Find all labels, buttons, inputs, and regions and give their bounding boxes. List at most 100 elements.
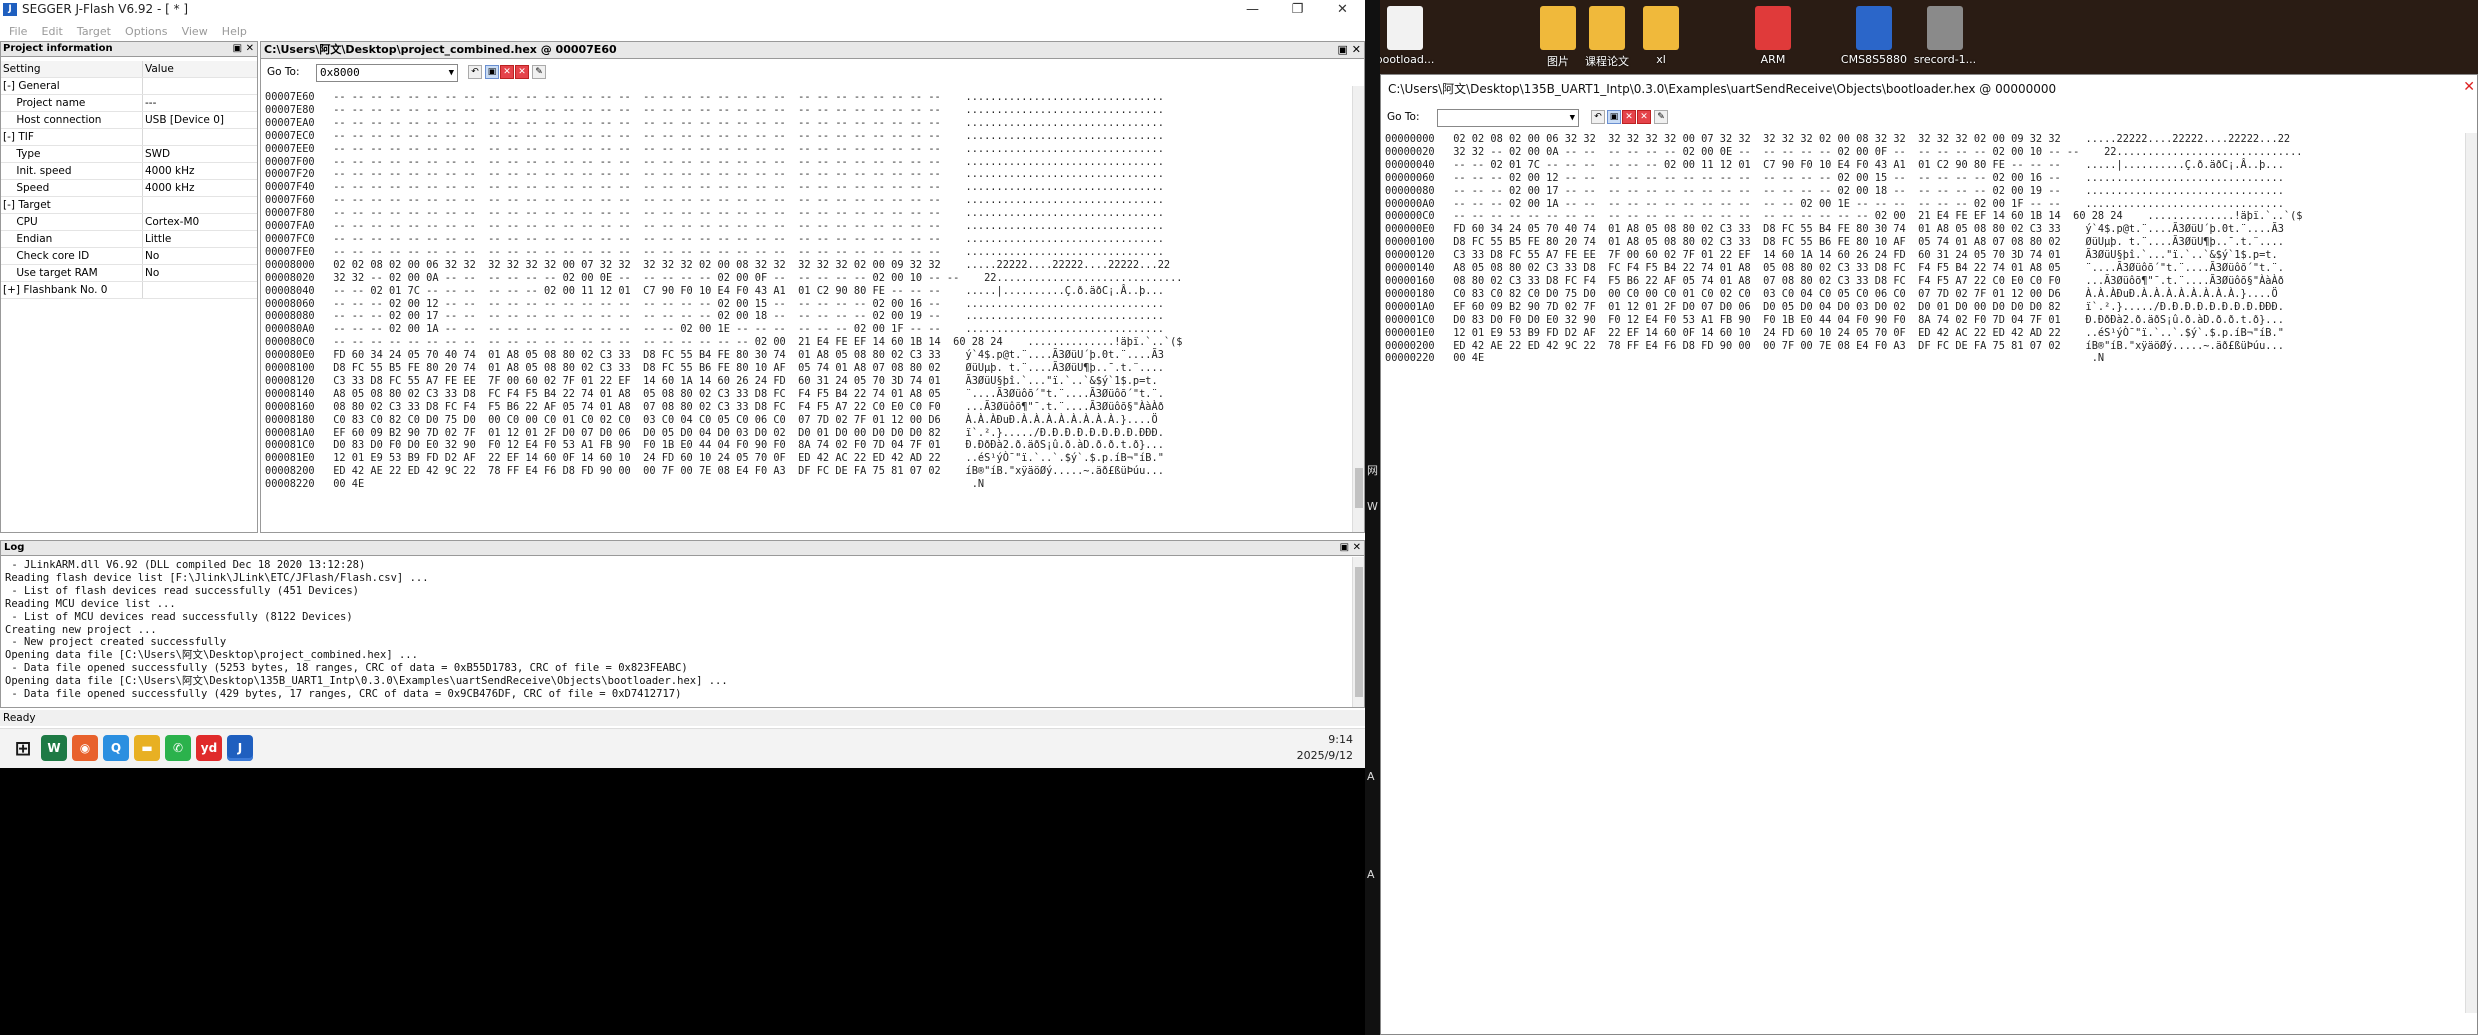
hex-line[interactable]: 000081E0 12 01 E9 53 B9 FD D2 AF 22 EF 1… [265, 452, 1183, 465]
menu-help[interactable]: Help [213, 22, 247, 38]
hex-line[interactable]: 00000100 D8 FC 55 B5 FE 80 20 74 01 A8 0… [1385, 236, 2303, 249]
hex-line[interactable]: 00007FE0 -- -- -- -- -- -- -- -- -- -- -… [265, 246, 1183, 259]
hex-line[interactable]: 000001A0 EF 60 09 B2 90 7D 02 7F 01 12 0… [1385, 301, 2303, 314]
hex-line[interactable]: 00008140 A8 05 08 80 02 C3 33 D8 FC F4 F… [265, 388, 1183, 401]
goto-address-input[interactable]: ▼ [1437, 109, 1579, 127]
hex-line[interactable]: 00007FC0 -- -- -- -- -- -- -- -- -- -- -… [265, 233, 1183, 246]
mode-toggle-icon[interactable]: ▣ [1607, 110, 1621, 124]
settings-row[interactable]: Project name --- [1, 95, 257, 112]
hex-line[interactable]: 00000180 C0 83 C0 82 C0 D0 75 D0 00 C0 0… [1385, 288, 2303, 301]
hex-line[interactable]: 00007FA0 -- -- -- -- -- -- -- -- -- -- -… [265, 220, 1183, 233]
settings-row[interactable]: Host connection USB [Device 0] [1, 112, 257, 129]
hex-line[interactable]: 00008180 C0 83 C0 82 C0 D0 75 D0 00 C0 0… [265, 414, 1183, 427]
excel-like-icon[interactable]: W [41, 735, 67, 761]
settings-row[interactable]: Type SWD [1, 146, 257, 163]
hex-scrollbar[interactable] [2465, 133, 2477, 1013]
clear-icon[interactable]: ✕ [1637, 110, 1651, 124]
delete-icon[interactable]: ✕ [500, 65, 514, 79]
settings-row[interactable]: Use target RAM No [1, 265, 257, 282]
hex-line[interactable]: 00000020 32 32 -- 02 00 0A -- -- -- -- -… [1385, 146, 2303, 159]
hex-line[interactable]: 00007F60 -- -- -- -- -- -- -- -- -- -- -… [265, 194, 1183, 207]
settings-row[interactable]: [+] Flashbank No. 0 [1, 282, 257, 299]
panel-restore-icon[interactable]: ▣ [1340, 542, 1349, 553]
undo-icon[interactable]: ↶ [468, 65, 482, 79]
hex-dump[interactable]: 00007E60 -- -- -- -- -- -- -- -- -- -- -… [265, 91, 1183, 491]
close-button[interactable]: ✕ [1320, 0, 1365, 19]
hex-line[interactable]: 000080C0 -- -- -- -- -- -- -- -- -- -- -… [265, 336, 1183, 349]
hex-line[interactable]: 000000A0 -- -- -- 02 00 1A -- -- -- -- -… [1385, 198, 2303, 211]
hex-dump[interactable]: 00000000 02 02 08 02 00 06 32 32 32 32 3… [1385, 133, 2303, 365]
hex-line[interactable]: 00007F40 -- -- -- -- -- -- -- -- -- -- -… [265, 181, 1183, 194]
hex-line[interactable]: 00000140 A8 05 08 80 02 C3 33 D8 FC F4 F… [1385, 262, 2303, 275]
log-scrollbar[interactable] [1352, 557, 1364, 707]
hex-line[interactable]: 00008100 D8 FC 55 B5 FE 80 20 74 01 A8 0… [265, 362, 1183, 375]
hex-line[interactable]: 00007EC0 -- -- -- -- -- -- -- -- -- -- -… [265, 130, 1183, 143]
hex-line[interactable]: 00007EA0 -- -- -- -- -- -- -- -- -- -- -… [265, 117, 1183, 130]
hex-line[interactable]: 00007F00 -- -- -- -- -- -- -- -- -- -- -… [265, 156, 1183, 169]
delete-icon[interactable]: ✕ [1622, 110, 1636, 124]
hex-line[interactable]: 000001C0 D0 83 D0 F0 D0 E0 32 90 F0 12 E… [1385, 314, 2303, 327]
menu-view[interactable]: View [173, 22, 208, 38]
hex-line[interactable]: 000081C0 D0 83 D0 F0 D0 E0 32 90 F0 12 E… [265, 439, 1183, 452]
hex-line[interactable]: 00007F80 -- -- -- -- -- -- -- -- -- -- -… [265, 207, 1183, 220]
settings-row[interactable]: [-] General [1, 78, 257, 95]
windows-start-icon[interactable]: ⊞ [10, 735, 36, 761]
hex-line[interactable]: 00007E60 -- -- -- -- -- -- -- -- -- -- -… [265, 91, 1183, 104]
desktop-icon[interactable]: ARM [1733, 6, 1813, 66]
clear-icon[interactable]: ✕ [515, 65, 529, 79]
hex-line[interactable]: 00000160 08 80 02 C3 33 D8 FC F4 F5 B6 2… [1385, 275, 2303, 288]
menu-options[interactable]: Options [116, 22, 167, 38]
wechat-icon[interactable]: ✆ [165, 735, 191, 761]
hex-line[interactable]: 00000120 C3 33 D8 FC 55 A7 FE EE 7F 00 6… [1385, 249, 2303, 262]
maximize-button[interactable]: ❐ [1275, 0, 1320, 19]
panel-close-icon[interactable]: ✕ [1352, 43, 1361, 56]
goto-address-input[interactable]: 0x8000 ▼ [316, 64, 458, 82]
hex-line[interactable]: 00000080 -- -- -- 02 00 17 -- -- -- -- -… [1385, 185, 2303, 198]
settings-row[interactable]: Init. speed 4000 kHz [1, 163, 257, 180]
scroll-thumb[interactable] [1355, 567, 1363, 697]
hex-line[interactable]: 000080A0 -- -- -- 02 00 1A -- -- -- -- -… [265, 323, 1183, 336]
hex-line[interactable]: 00008020 32 32 -- 02 00 0A -- -- -- -- -… [265, 272, 1183, 285]
hex-line[interactable]: 00000060 -- -- -- 02 00 12 -- -- -- -- -… [1385, 172, 2303, 185]
hex-line[interactable]: 00008120 C3 33 D8 FC 55 A7 FE EE 7F 00 6… [265, 375, 1183, 388]
youdao-icon[interactable]: yd [196, 735, 222, 761]
settings-row[interactable]: [-] Target [1, 197, 257, 214]
scroll-thumb[interactable] [1355, 468, 1363, 508]
menu-file[interactable]: File [0, 22, 27, 38]
panel-restore-icon[interactable]: ▣ [233, 43, 242, 54]
hex-line[interactable]: 000000C0 -- -- -- -- -- -- -- -- -- -- -… [1385, 210, 2303, 223]
edit-icon[interactable]: ✎ [532, 65, 546, 79]
edit-icon[interactable]: ✎ [1654, 110, 1668, 124]
hex-line[interactable]: 00008220 00 4E .N [265, 478, 1183, 491]
panel-close-icon[interactable]: ✕ [246, 43, 254, 54]
menu-edit[interactable]: Edit [33, 22, 63, 38]
hex-line[interactable]: 00008200 ED 42 AE 22 ED 42 9C 22 78 FF E… [265, 465, 1183, 478]
hex-line[interactable]: 00007EE0 -- -- -- -- -- -- -- -- -- -- -… [265, 143, 1183, 156]
hex-line[interactable]: 00008000 02 02 08 02 00 06 32 32 32 32 3… [265, 259, 1183, 272]
hex-line[interactable]: 00008060 -- -- -- 02 00 12 -- -- -- -- -… [265, 298, 1183, 311]
settings-row[interactable]: [-] TIF [1, 129, 257, 146]
settings-row[interactable]: Check core ID No [1, 248, 257, 265]
clock[interactable]: 9:14 2025/9/12 [1297, 732, 1353, 764]
desktop-icon[interactable]: xl [1621, 6, 1701, 66]
hex-line[interactable]: 00007F20 -- -- -- -- -- -- -- -- -- -- -… [265, 168, 1183, 181]
hex-line[interactable]: 00000040 -- -- 02 01 7C -- -- -- -- -- -… [1385, 159, 2303, 172]
qq-browser-icon[interactable]: Q [103, 735, 129, 761]
jflash-taskbar-icon[interactable]: J [227, 735, 253, 761]
mode-toggle-icon[interactable]: ▣ [485, 65, 499, 79]
hex-scrollbar[interactable] [1352, 86, 1364, 532]
panel-close-icon[interactable]: ✕ [1353, 542, 1361, 553]
settings-row[interactable]: Endian Little [1, 231, 257, 248]
hex-line[interactable]: 000080E0 FD 60 34 24 05 70 40 74 01 A8 0… [265, 349, 1183, 362]
minimize-button[interactable]: — [1230, 0, 1275, 19]
hex-line[interactable]: 00008040 -- -- 02 01 7C -- -- -- -- -- -… [265, 285, 1183, 298]
hex-line[interactable]: 00000220 00 4E .N [1385, 352, 2303, 365]
hex-line[interactable]: 00000200 ED 42 AE 22 ED 42 9C 22 78 FF E… [1385, 340, 2303, 353]
undo-icon[interactable]: ↶ [1591, 110, 1605, 124]
hex-line[interactable]: 000000E0 FD 60 34 24 05 70 40 74 01 A8 0… [1385, 223, 2303, 236]
desktop-icon[interactable]: CMS8S5880 [1834, 6, 1914, 66]
menu-target[interactable]: Target [68, 22, 111, 38]
panel-restore-icon[interactable]: ▣ [1338, 43, 1348, 56]
settings-row[interactable]: Speed 4000 kHz [1, 180, 257, 197]
desktop-icon[interactable]: srecord-1... [1905, 6, 1985, 66]
